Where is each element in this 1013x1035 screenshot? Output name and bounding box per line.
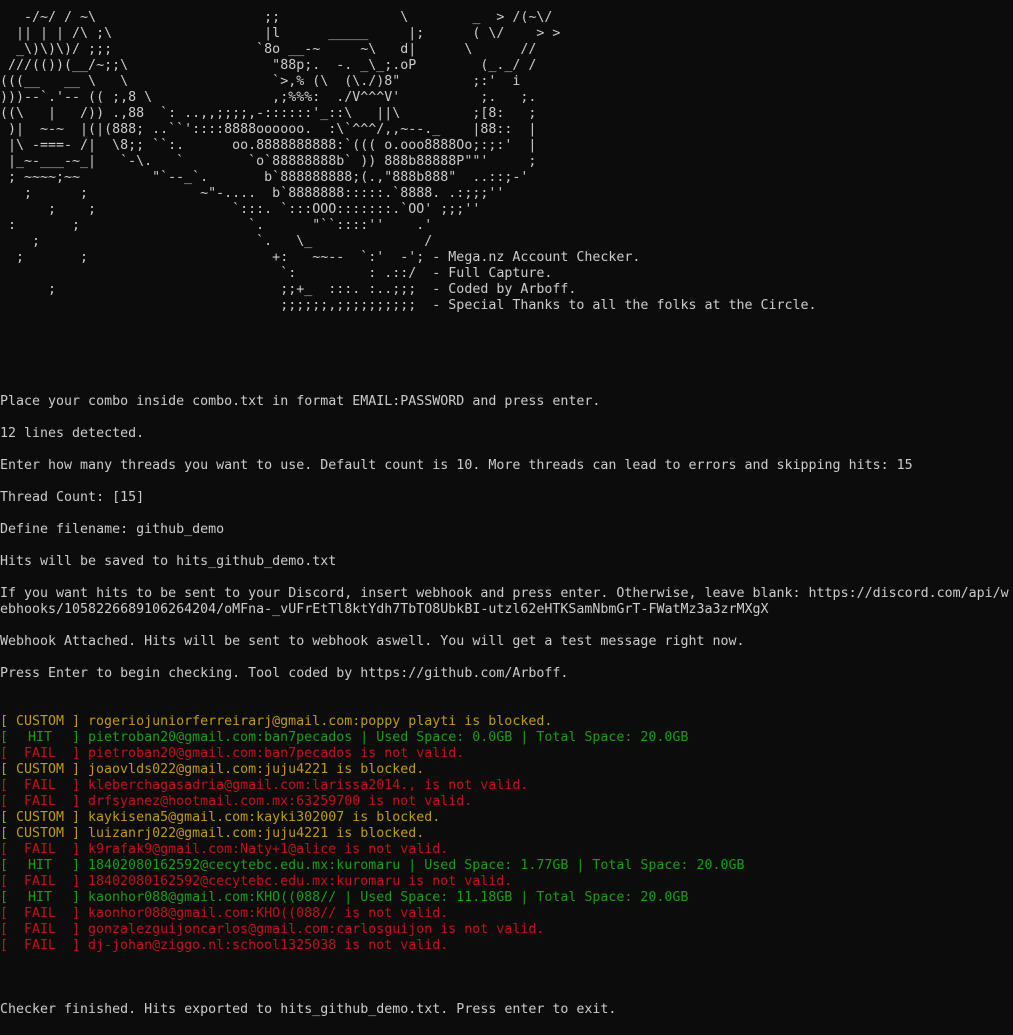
status-bracket-close: ] xyxy=(72,890,81,905)
status-bracket-open: [ xyxy=(0,714,9,729)
status-tag: FAIL xyxy=(24,874,57,889)
webhook-prompt-text: If you want hits to be sent to your Disc… xyxy=(0,586,1009,617)
status-bracket-close: ] xyxy=(72,906,81,921)
status-bracket-open: [ xyxy=(0,730,9,745)
result-message: 18402080162592@cecytebc.edu.mx:kuromaru … xyxy=(88,874,513,889)
status-tag: FAIL xyxy=(24,778,57,793)
status-tag: HIT xyxy=(28,730,53,745)
status-bracket-close: ] xyxy=(72,730,81,745)
status-bracket-close: ] xyxy=(72,858,81,873)
status-bracket-open: [ xyxy=(0,762,9,777)
result-row: [ CUSTOM] rogeriojuniorferreirarj@gmail.co… xyxy=(0,714,744,730)
result-message: kleberchagasadria@gmail.com:larissa2014.… xyxy=(88,778,529,793)
status-bracket-close: ] xyxy=(72,794,81,809)
result-message: dj-johan@ziggo.nl:school1325038 is not v… xyxy=(88,938,449,953)
result-message: rogeriojuniorferreirarj@gmail.com:poppy … xyxy=(88,714,553,729)
status-bracket-open: [ xyxy=(0,810,9,825)
result-row: [ CUSTOM] luizanrj022@gmail.com:juju4221 i… xyxy=(0,826,744,842)
status-bracket-open: [ xyxy=(0,922,9,937)
result-message: 18402080162592@cecytebc.edu.mx:kuromaru … xyxy=(88,858,745,873)
status-bracket-close: ] xyxy=(72,778,81,793)
result-row: [ FAIL] 18402080162592@cecytebc.edu.mx:kur… xyxy=(0,874,744,890)
hits-saved-text: Hits will be saved to hits_github_demo.t… xyxy=(0,554,337,569)
result-message: kaonhor088@gmail.com:KHO((088// is not v… xyxy=(88,906,449,921)
status-tag: CUSTOM xyxy=(15,810,65,825)
status-bracket-close: ] xyxy=(72,714,81,729)
result-message: pietroban20@gmail.com:ban7pecados | Used… xyxy=(88,730,689,745)
status-tag: FAIL xyxy=(24,794,57,809)
status-tag: FAIL xyxy=(24,842,57,857)
result-row: [ CUSTOM] joaovlds022@gmail.com:juju4221 i… xyxy=(0,762,744,778)
status-bracket-close: ] xyxy=(72,746,81,761)
result-row: [ FAIL] dj-johan@ziggo.nl:school1325038 is… xyxy=(0,938,744,954)
result-message: kaonhor088@gmail.com:KHO((088// | Used S… xyxy=(88,890,689,905)
status-tag: HIT xyxy=(28,890,53,905)
result-row: [ FAIL] kaonhor088@gmail.com:KHO((088// is… xyxy=(0,906,744,922)
status-bracket-open: [ xyxy=(0,842,9,857)
result-message: pietroban20@gmail.com:ban7pecados is not… xyxy=(88,746,465,761)
result-row: [ FAIL] k9rafak9@gmail.com:Naty+1@alice is… xyxy=(0,842,744,858)
status-tag: CUSTOM xyxy=(15,826,65,841)
combo-instruction-text: Place your combo inside combo.txt in for… xyxy=(0,394,601,409)
status-bracket-close: ] xyxy=(72,922,81,937)
status-bracket-open: [ xyxy=(0,746,9,761)
webhook-attached-text: Webhook Attached. Hits will be sent to w… xyxy=(0,634,745,649)
result-row: [ HIT] 18402080162592@cecytebc.edu.mx:kuro… xyxy=(0,858,744,874)
status-bracket-close: ] xyxy=(72,762,81,777)
status-bracket-open: [ xyxy=(0,794,9,809)
status-bracket-open: [ xyxy=(0,858,9,873)
status-tag: CUSTOM xyxy=(15,762,65,777)
status-bracket-close: ] xyxy=(72,842,81,857)
lines-detected-text: 12 lines detected. xyxy=(0,426,145,441)
status-tag: HIT xyxy=(28,858,53,873)
result-message: gonzalezguijoncarlos@gmail.com:carlosgui… xyxy=(88,922,545,937)
status-tag: FAIL xyxy=(24,906,57,921)
status-bracket-open: [ xyxy=(0,874,9,889)
status-bracket-open: [ xyxy=(0,938,9,953)
filename-prompt-text: Define filename: github_demo xyxy=(0,522,225,537)
result-row: [ FAIL] drfsyanez@hootmail.com.mx:63259700… xyxy=(0,794,744,810)
console-window[interactable]: -/~/ / ~\ ;; \ _ > /(~\/ || | | /\ ;\ |l… xyxy=(0,0,1013,1035)
status-bracket-close: ] xyxy=(72,938,81,953)
status-bracket-close: ] xyxy=(72,874,81,889)
result-message: joaovlds022@gmail.com:juju4221 is blocke… xyxy=(88,762,425,777)
result-row: [ FAIL] gonzalezguijoncarlos@gmail.com:car… xyxy=(0,922,744,938)
status-bracket-open: [ xyxy=(0,890,9,905)
status-bracket-close: ] xyxy=(72,826,81,841)
result-message: k9rafak9@gmail.com:Naty+1@alice is not v… xyxy=(88,842,449,857)
result-row: [ HIT] kaonhor088@gmail.com:KHO((088// | U… xyxy=(0,890,744,906)
status-tag: FAIL xyxy=(24,746,57,761)
status-bracket-open: [ xyxy=(0,778,9,793)
finished-text: Checker finished. Hits exported to hits_… xyxy=(0,1002,617,1017)
status-bracket-open: [ xyxy=(0,906,9,921)
status-tag: FAIL xyxy=(24,922,57,937)
result-message: drfsyanez@hootmail.com.mx:63259700 is no… xyxy=(88,794,473,809)
result-row: [ FAIL] pietroban20@gmail.com:ban7pecados … xyxy=(0,746,744,762)
status-bracket-close: ] xyxy=(72,810,81,825)
result-message: luizanrj022@gmail.com:juju4221 is blocke… xyxy=(88,826,425,841)
result-row: [ FAIL] kleberchagasadria@gmail.com:lariss… xyxy=(0,778,744,794)
ascii-art-banner: -/~/ / ~\ ;; \ _ > /(~\/ || | | /\ ;\ |l… xyxy=(0,10,817,313)
status-bracket-open: [ xyxy=(0,826,9,841)
result-row: [ CUSTOM] kaykisena5@gmail.com:kayki302007… xyxy=(0,810,744,826)
thread-count-text: Thread Count: [15] xyxy=(0,490,145,505)
threads-prompt-text: Enter how many threads you want to use. … xyxy=(0,458,913,473)
result-message: kaykisena5@gmail.com:kayki302007 is bloc… xyxy=(88,810,441,825)
press-enter-text: Press Enter to begin checking. Tool code… xyxy=(0,666,569,681)
results-log: [ CUSTOM] rogeriojuniorferreirarj@gmail.co… xyxy=(0,714,744,954)
result-row: [ HIT] pietroban20@gmail.com:ban7pecados |… xyxy=(0,730,744,746)
status-tag: FAIL xyxy=(24,938,57,953)
status-tag: CUSTOM xyxy=(15,714,65,729)
